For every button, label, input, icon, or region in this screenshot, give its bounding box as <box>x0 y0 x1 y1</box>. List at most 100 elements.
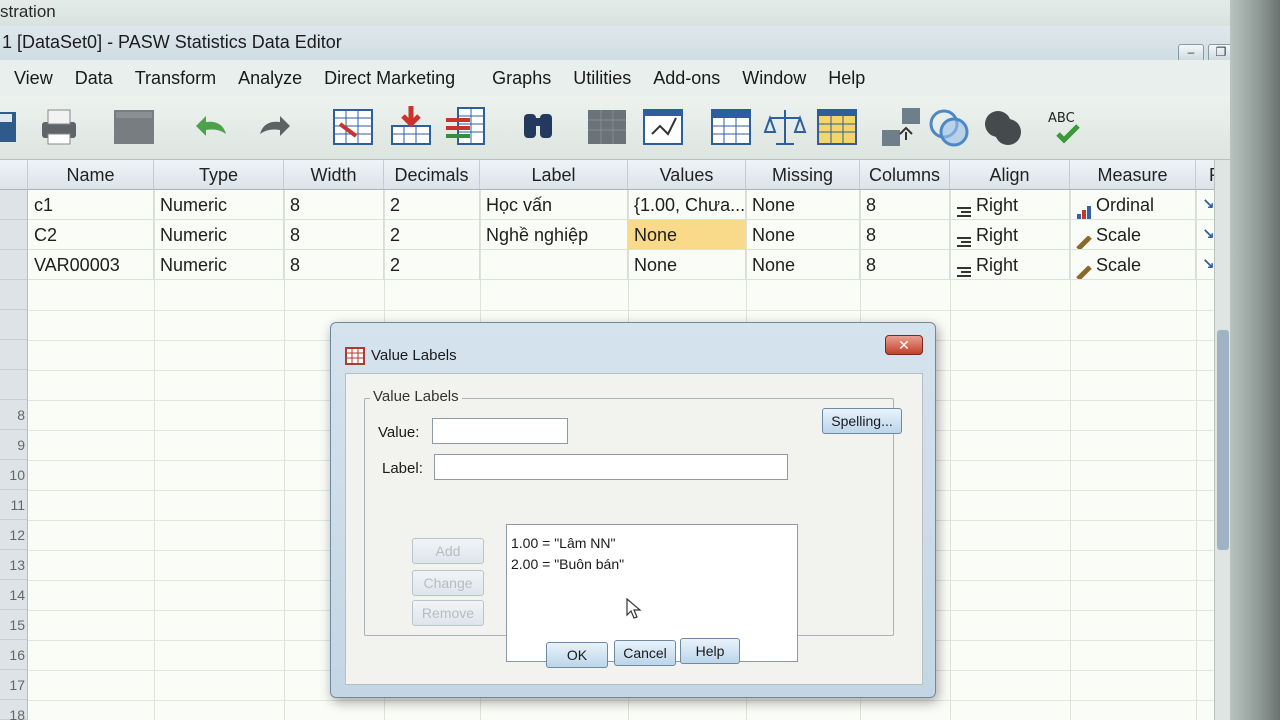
cell-missing[interactable]: None <box>746 190 860 220</box>
cell-align[interactable]: Right <box>950 190 1070 220</box>
menu-utilities[interactable]: Utilities <box>562 68 642 89</box>
cell-type[interactable]: Numeric <box>154 220 284 250</box>
add-button[interactable]: Add <box>412 538 484 564</box>
row-header[interactable] <box>0 250 28 280</box>
find-icon[interactable] <box>516 104 562 150</box>
cell-label[interactable]: Học vấn <box>480 190 628 220</box>
row-header[interactable]: 11 <box>0 490 28 520</box>
menu-graphs[interactable]: Graphs <box>466 68 562 89</box>
scrollbar-thumb[interactable] <box>1217 330 1229 550</box>
help-button[interactable]: Help <box>680 638 740 664</box>
print-icon[interactable] <box>36 104 82 150</box>
row-header[interactable] <box>0 220 28 250</box>
spelling-icon[interactable]: ABC <box>1044 104 1090 150</box>
redo-icon[interactable] <box>252 104 298 150</box>
goto-variable-icon[interactable] <box>388 104 434 150</box>
cancel-button[interactable]: Cancel <box>614 640 676 666</box>
row-header[interactable] <box>0 340 28 370</box>
row-header[interactable]: 12 <box>0 520 28 550</box>
use-sets-icon[interactable] <box>926 104 972 150</box>
cell-measure[interactable]: Scale <box>1070 250 1196 280</box>
undo-icon[interactable] <box>188 104 234 150</box>
label-input[interactable] <box>434 454 788 480</box>
column-header-missing[interactable]: Missing <box>746 160 860 190</box>
cell-measure[interactable]: Scale <box>1070 220 1196 250</box>
row-header[interactable] <box>0 280 28 310</box>
show-all-variables-icon[interactable] <box>980 104 1026 150</box>
row-header[interactable]: 8 <box>0 400 28 430</box>
row-header[interactable]: 17 <box>0 670 28 700</box>
cell-values[interactable]: None <box>628 250 746 280</box>
cell-decimals[interactable]: 2 <box>384 250 480 280</box>
cell-name[interactable]: c1 <box>28 190 154 220</box>
menu-direct-marketing[interactable]: Direct Marketing <box>313 68 466 89</box>
select-cases-icon[interactable] <box>814 104 860 150</box>
cell-width[interactable]: 8 <box>284 250 384 280</box>
value-labels-icon[interactable] <box>878 104 924 150</box>
row-header[interactable] <box>0 310 28 340</box>
value-input[interactable] <box>432 418 568 444</box>
cell-align[interactable]: Right <box>950 250 1070 280</box>
dialog-close-button[interactable]: ✕ <box>885 335 923 355</box>
menu-add-ons[interactable]: Add-ons <box>642 68 731 89</box>
cell-values[interactable]: {1.00, Chưa... <box>628 190 746 220</box>
cell-width[interactable]: 8 <box>284 220 384 250</box>
cell-name[interactable]: VAR00003 <box>28 250 154 280</box>
change-button[interactable]: Change <box>412 570 484 596</box>
cell-type[interactable]: Numeric <box>154 190 284 220</box>
split-file-icon[interactable] <box>708 104 754 150</box>
column-header-columns[interactable]: Columns <box>860 160 950 190</box>
row-header[interactable] <box>0 370 28 400</box>
cell-measure[interactable]: Ordinal <box>1070 190 1196 220</box>
row-header[interactable]: 14 <box>0 580 28 610</box>
dialog-recall-icon[interactable] <box>112 104 158 150</box>
row-header[interactable]: 16 <box>0 640 28 670</box>
row-header[interactable]: 9 <box>0 430 28 460</box>
vertical-scrollbar[interactable] <box>1214 160 1230 720</box>
cell-missing[interactable]: None <box>746 250 860 280</box>
cell-columns[interactable]: 8 <box>860 220 950 250</box>
cell-align[interactable]: Right <box>950 220 1070 250</box>
ok-button[interactable]: OK <box>546 642 608 668</box>
menu-view[interactable]: View <box>0 68 64 89</box>
column-header-measure[interactable]: Measure <box>1070 160 1196 190</box>
cell-decimals[interactable]: 2 <box>384 190 480 220</box>
weight-cases-icon[interactable] <box>762 104 808 150</box>
column-header-decimals[interactable]: Decimals <box>384 160 480 190</box>
variables-icon[interactable] <box>444 104 490 150</box>
menu-analyze[interactable]: Analyze <box>227 68 313 89</box>
row-header[interactable]: 18 <box>0 700 28 720</box>
remove-button[interactable]: Remove <box>412 600 484 626</box>
spelling-button[interactable]: Spelling... <box>822 408 902 434</box>
list-item[interactable]: 2.00 = "Buôn bán" <box>511 554 793 575</box>
row-header[interactable]: 15 <box>0 610 28 640</box>
column-header-width[interactable]: Width <box>284 160 384 190</box>
column-header-align[interactable]: Align <box>950 160 1070 190</box>
menu-data[interactable]: Data <box>64 68 124 89</box>
column-header-values[interactable]: Values <box>628 160 746 190</box>
save-icon[interactable] <box>0 104 38 150</box>
column-header-name[interactable]: Name <box>28 160 154 190</box>
row-header[interactable] <box>0 190 28 220</box>
goto-case-icon[interactable] <box>330 104 376 150</box>
list-item[interactable]: 1.00 = "Lâm NN" <box>511 533 793 554</box>
menu-transform[interactable]: Transform <box>124 68 227 89</box>
insert-cases-icon[interactable] <box>584 104 630 150</box>
cell-missing[interactable]: None <box>746 220 860 250</box>
cell-width[interactable]: 8 <box>284 190 384 220</box>
column-header-label[interactable]: Label <box>480 160 628 190</box>
cell-name[interactable]: C2 <box>28 220 154 250</box>
cell-type[interactable]: Numeric <box>154 250 284 280</box>
cell-values-selected[interactable]: None <box>628 220 746 250</box>
cell-columns[interactable]: 8 <box>860 190 950 220</box>
menu-window[interactable]: Window <box>731 68 817 89</box>
cell-label[interactable]: Nghề nghiệp <box>480 220 628 250</box>
column-header-type[interactable]: Type <box>154 160 284 190</box>
cell-columns[interactable]: 8 <box>860 250 950 280</box>
menu-help[interactable]: Help <box>817 68 876 89</box>
cell-decimals[interactable]: 2 <box>384 220 480 250</box>
row-header[interactable]: 13 <box>0 550 28 580</box>
cell-label[interactable] <box>480 250 628 280</box>
insert-variable-icon[interactable] <box>640 104 686 150</box>
row-header[interactable]: 10 <box>0 460 28 490</box>
